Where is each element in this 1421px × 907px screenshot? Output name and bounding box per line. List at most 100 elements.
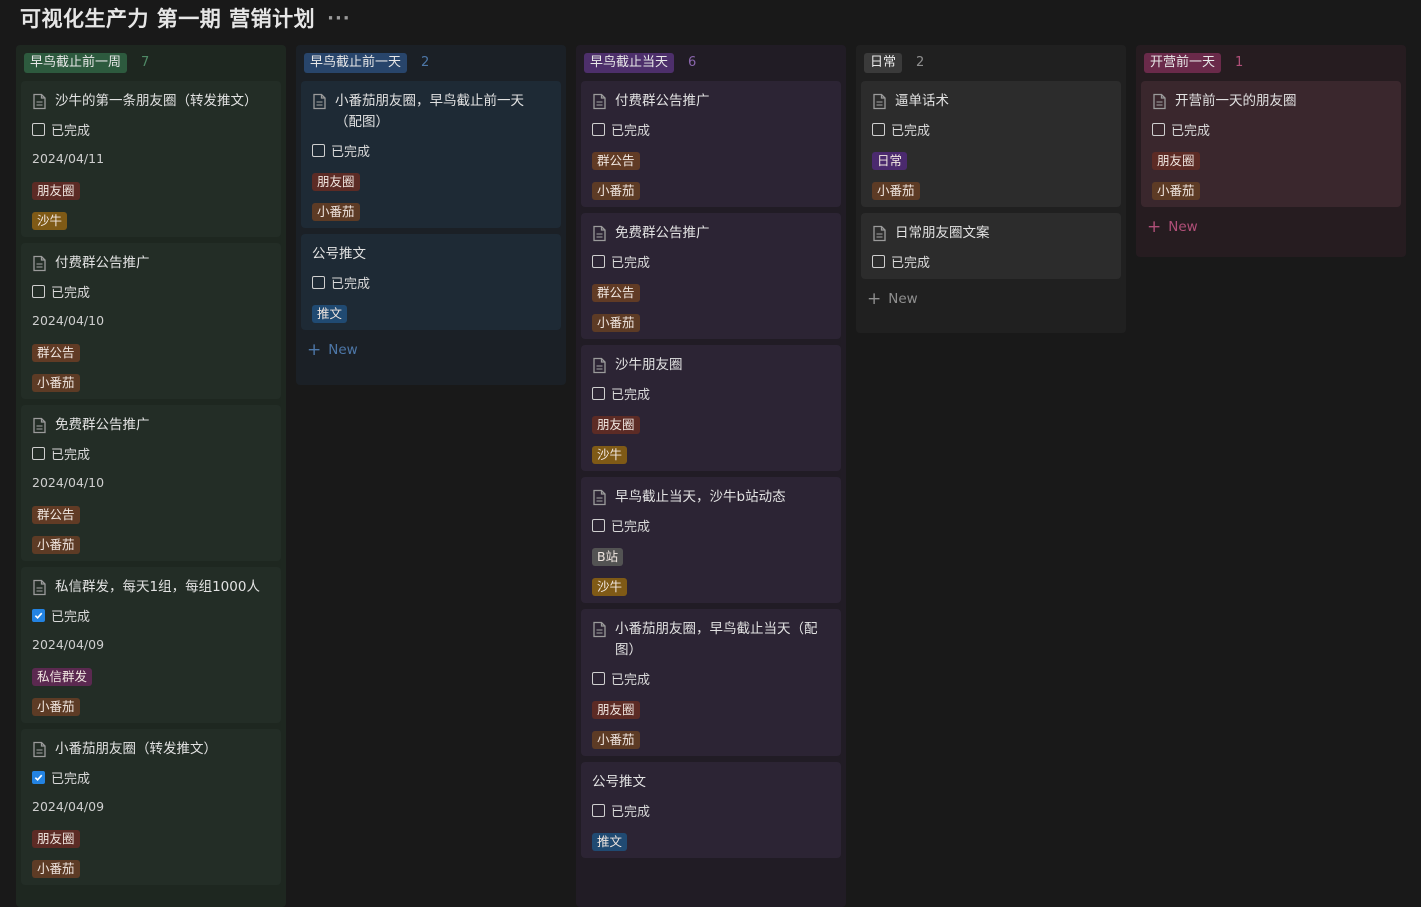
board-card[interactable]: 沙牛的第一条朋友圈（转发推文） 已完成 2024/04/11 朋友圈 沙牛 [21, 81, 281, 237]
column-title-tag[interactable]: 开营前一天 [1144, 52, 1222, 73]
completed-label: 已完成 [51, 285, 91, 301]
board-card[interactable]: 逼单话术已完成日常小番茄 [861, 81, 1121, 207]
new-card-label: New [888, 291, 918, 307]
document-icon [593, 489, 606, 506]
completed-property: 已完成 [32, 282, 270, 301]
completed-property: 已完成 [312, 141, 550, 160]
completed-checkbox[interactable] [312, 143, 325, 157]
board-card[interactable]: 小番茄朋友圈（转发推文） 已完成 2024/04/09 朋友圈 小番茄 [21, 729, 281, 885]
tag-row: 小番茄 [32, 696, 270, 716]
column-count: 7 [141, 55, 150, 70]
tag-row: 小番茄 [32, 534, 270, 554]
new-card-label: New [328, 342, 358, 358]
board-card[interactable]: 免费群公告推广 已完成 2024/04/10 群公告 小番茄 [21, 405, 281, 561]
document-icon [1153, 93, 1166, 110]
document-icon [873, 93, 886, 110]
completed-checkbox[interactable] [592, 671, 605, 685]
column-header: 早鸟截止前一周 7 [21, 52, 281, 73]
board-card[interactable]: 小番茄朋友圈，早鸟截止当天（配图） 已完成 朋友圈 小番茄 [581, 609, 841, 756]
board-card[interactable]: 开营前一天的朋友圈 已完成 朋友圈 小番茄 [1141, 81, 1401, 207]
card-tag: 小番茄 [1152, 182, 1200, 200]
new-card-button[interactable]: + New [301, 336, 561, 364]
tag-row: 群公告 [592, 150, 830, 170]
tag-row: 私信群发 [32, 666, 270, 686]
card-title-row: 免费群公告推广 [32, 415, 270, 436]
tag-row: 朋友圈 [32, 828, 270, 848]
completed-property: 已完成 [592, 120, 830, 139]
completed-checkbox[interactable] [32, 284, 45, 298]
completed-checkbox[interactable] [32, 608, 45, 622]
tag-row: 小番茄 [1152, 180, 1390, 200]
tag-row: 小番茄 [872, 180, 1110, 200]
page-title: 可视化生产力 第一期 营销计划 [20, 7, 316, 31]
completed-property: 已完成 [592, 252, 830, 271]
board-card[interactable]: 私信群发，每天1组，每组1000人 已完成 2024/04/09 私信群发 小番茄 [21, 567, 281, 723]
completed-checkbox[interactable] [872, 254, 885, 268]
document-icon [33, 93, 46, 110]
completed-checkbox[interactable] [32, 446, 45, 460]
completed-checkbox[interactable] [32, 122, 45, 136]
board-card[interactable]: 付费群公告推广 已完成 群公告 小番茄 [581, 81, 841, 207]
card-tag: 小番茄 [872, 182, 920, 200]
completed-property: 已完成 [872, 120, 1110, 139]
card-title: 开营前一天的朋友圈 [1175, 93, 1297, 109]
card-tag: 沙牛 [592, 446, 628, 464]
column-title-tag[interactable]: 日常 [864, 52, 903, 73]
completed-property: 已完成 [312, 273, 550, 292]
completed-checkbox[interactable] [592, 803, 605, 817]
card-date: 2024/04/10 [32, 313, 105, 328]
card-title: 小番茄朋友圈（转发推文） [55, 741, 217, 757]
board-card[interactable]: 免费群公告推广 已完成 群公告 小番茄 [581, 213, 841, 339]
card-title: 沙牛朋友圈 [615, 357, 683, 373]
column-title-tag[interactable]: 早鸟截止当天 [584, 52, 675, 73]
completed-checkbox[interactable] [592, 122, 605, 136]
card-title: 免费群公告推广 [615, 225, 710, 241]
card-title: 日常朋友圈文案 [895, 225, 990, 241]
board-card[interactable]: 付费群公告推广 已完成 2024/04/10 群公告 小番茄 [21, 243, 281, 399]
tag-row: 日常 [872, 150, 1110, 170]
board-card[interactable]: 早鸟截止当天，沙牛b站动态 已完成 B站 沙牛 [581, 477, 841, 603]
card-title: 逼单话术 [895, 93, 949, 109]
plus-icon: + [307, 340, 322, 360]
board-card[interactable]: 公号推文 已完成 推文 [301, 234, 561, 330]
column-header: 日常 2 [861, 52, 1121, 73]
completed-label: 已完成 [331, 144, 371, 160]
board-card[interactable]: 公号推文 已完成 推文 [581, 762, 841, 858]
board-card[interactable]: 沙牛朋友圈 已完成 朋友圈 沙牛 [581, 345, 841, 471]
column-header: 开营前一天 1 [1141, 52, 1401, 73]
document-icon [313, 93, 326, 110]
board-card[interactable]: 小番茄朋友圈，早鸟截止前一天（配图） 已完成 朋友圈 小番茄 [301, 81, 561, 228]
column-title-tag[interactable]: 早鸟截止前一天 [304, 52, 408, 73]
more-options-button[interactable]: ··· [327, 8, 351, 29]
new-card-button[interactable]: + New [861, 285, 1121, 313]
completed-checkbox[interactable] [312, 275, 325, 289]
document-icon [33, 579, 46, 596]
tag-row: 小番茄 [312, 201, 550, 221]
completed-label: 已完成 [891, 123, 931, 139]
card-tag: 推文 [592, 833, 628, 851]
column-count: 2 [916, 55, 925, 70]
tag-row: 小番茄 [32, 858, 270, 878]
column-title-tag[interactable]: 早鸟截止前一周 [24, 52, 128, 73]
completed-checkbox[interactable] [32, 770, 45, 784]
document-icon [593, 621, 606, 638]
card-title-row: 沙牛朋友圈 [592, 355, 830, 376]
completed-checkbox[interactable] [872, 122, 885, 136]
document-icon [33, 417, 46, 434]
completed-checkbox[interactable] [592, 518, 605, 532]
card-tag: 朋友圈 [592, 701, 640, 719]
column-header: 早鸟截止当天 6 [581, 52, 841, 73]
card-title-row: 付费群公告推广 [32, 253, 270, 274]
new-card-button[interactable]: + New [1141, 213, 1401, 241]
board-card[interactable]: 日常朋友圈文案 已完成 [861, 213, 1121, 279]
completed-checkbox[interactable] [1152, 122, 1165, 136]
completed-checkbox[interactable] [592, 386, 605, 400]
card-title: 公号推文 [312, 246, 366, 262]
completed-checkbox[interactable] [592, 254, 605, 268]
completed-label: 已完成 [611, 519, 651, 535]
tag-row: 朋友圈 [592, 414, 830, 434]
tag-row: 小番茄 [592, 180, 830, 200]
completed-label: 已完成 [51, 123, 91, 139]
card-tag: 推文 [312, 305, 348, 323]
document-icon [593, 357, 606, 374]
